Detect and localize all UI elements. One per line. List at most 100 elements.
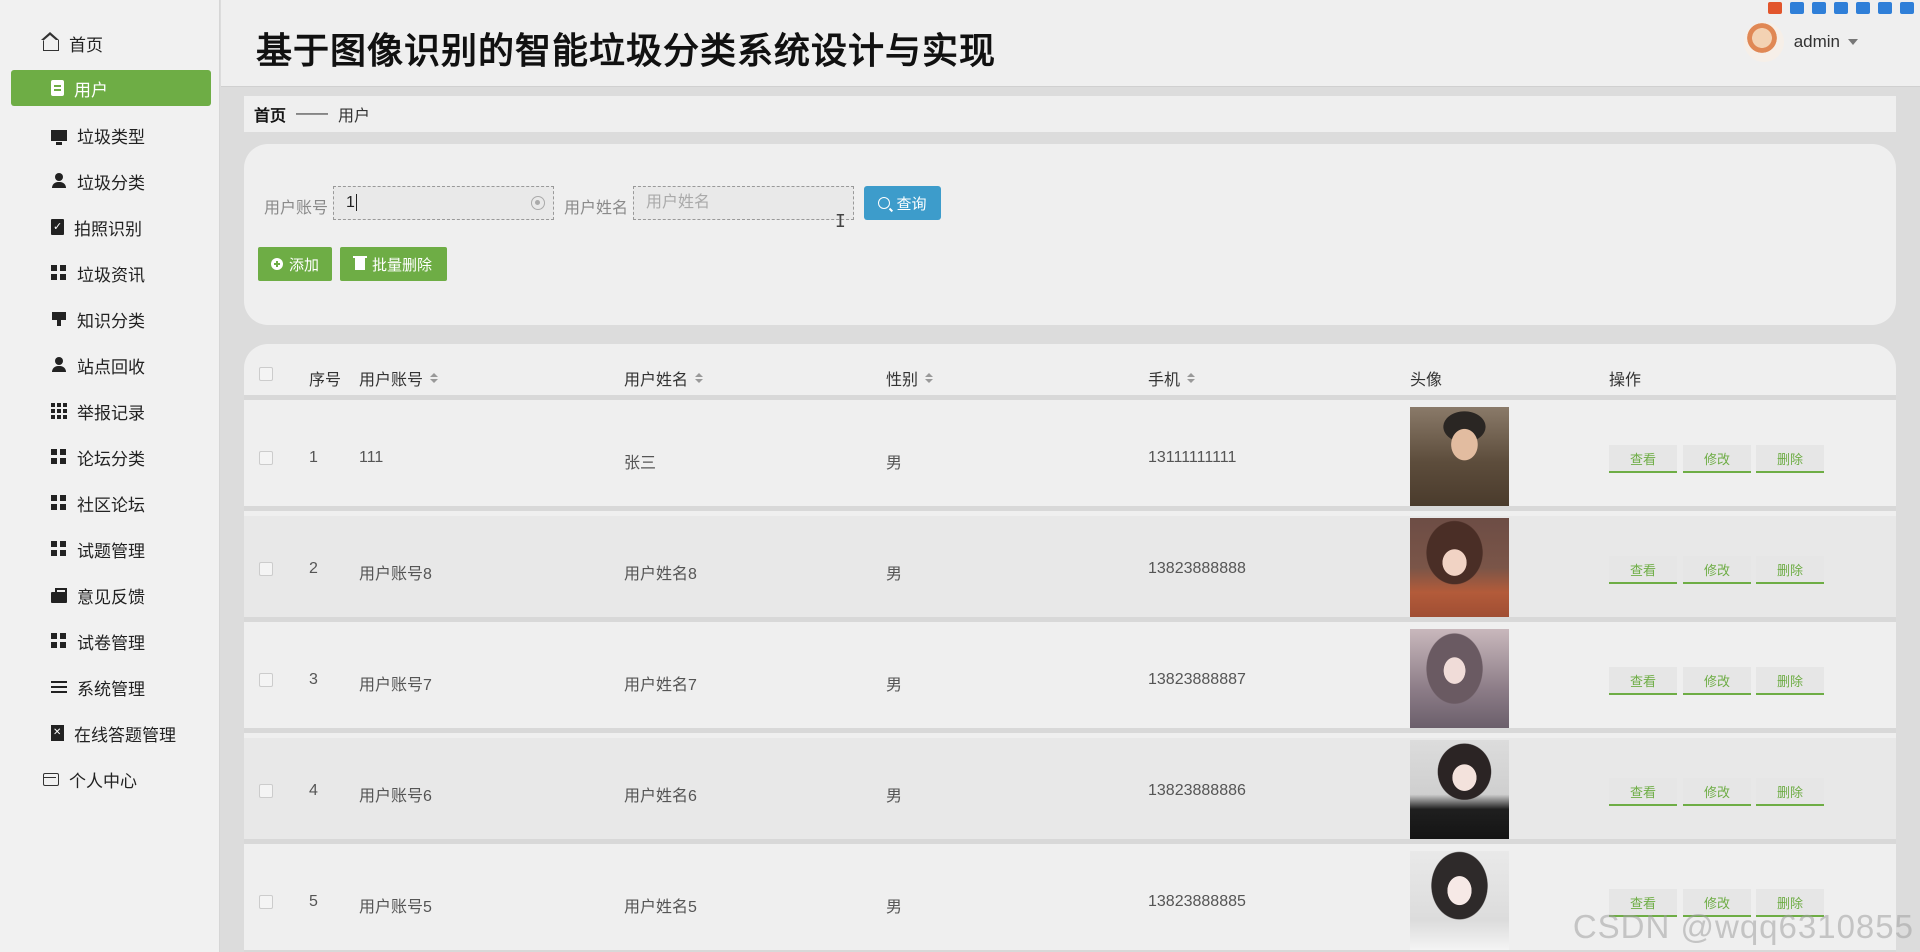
grid9-icon [51,403,67,419]
sort-icon[interactable] [925,373,934,383]
row-checkbox[interactable] [259,451,273,465]
column-header-gender[interactable]: 性别 [886,366,934,390]
cell-account: 用户账号6 [359,788,432,805]
clipboard-check-icon [51,219,64,235]
sidebar-item-community-forum[interactable]: 社区论坛 [11,485,211,521]
delete-button[interactable]: 删除 [1756,667,1824,695]
user-menu[interactable]: admin [1743,22,1858,62]
query-button[interactable]: 查询 [864,186,941,220]
sidebar-item-report-record[interactable]: 举报记录 [11,393,211,429]
name-input[interactable]: 用户姓名 [633,186,854,220]
sidebar-item-home[interactable]: 首页 [11,25,211,61]
briefcase-icon [51,587,67,603]
shirt-icon[interactable] [1878,2,1892,14]
query-button-label: 查询 [896,195,927,213]
table-row: 2 用户账号8 用户姓名8 男 13823888888 查看 修改 删除 [244,516,1896,622]
punctuation-icon[interactable] [1812,2,1826,14]
username[interactable]: admin [1794,32,1840,52]
cell-index: 3 [309,671,318,688]
row-checkbox[interactable] [259,673,273,687]
sidebar-item-garbage-news[interactable]: 垃圾资讯 [11,255,211,291]
cell-index: 1 [309,449,318,466]
avatar-photo [1410,407,1509,506]
grid-icon [51,633,67,649]
cell-name: 用户姓名5 [624,899,697,916]
sidebar-item-forum-class[interactable]: 论坛分类 [11,439,211,475]
sidebar-item-knowledge-class[interactable]: 知识分类 [11,301,211,337]
sort-icon[interactable] [1187,373,1196,383]
column-header-label: 操作 [1609,372,1642,389]
avatar-photo [1410,629,1509,728]
edit-button[interactable]: 修改 [1683,556,1751,584]
cell-name: 用户姓名8 [624,566,697,583]
ime-toolbar [1762,0,1920,16]
sidebar-item-photo-recognition[interactable]: 拍照识别 [11,209,211,245]
sidebar-item-label: 个人中心 [69,771,137,791]
sidebar-item-label: 论坛分类 [77,449,145,469]
search-icon [878,197,891,209]
table-header: 序号 用户账号 用户姓名 性别 手机 头像 操作 [244,344,1896,400]
microphone-icon[interactable] [1834,2,1848,14]
table-row: 4 用户账号6 用户姓名6 男 13823888886 查看 修改 删除 [244,738,1896,844]
edit-button[interactable]: 修改 [1683,445,1751,473]
cell-gender: 男 [886,566,903,583]
keyboard-icon[interactable] [1856,2,1870,14]
cell-index: 2 [309,560,318,577]
row-checkbox[interactable] [259,784,273,798]
sidebar-item-system-manage[interactable]: 系统管理 [11,669,211,705]
ime-logo-icon[interactable] [1768,2,1782,14]
sidebar-item-station-recycle[interactable]: 站点回收 [11,347,211,383]
account-input[interactable]: 1 [333,186,554,220]
sidebar-item-question-manage[interactable]: 试题管理 [11,531,211,567]
watermark: CSDN @wqq6310855 [1572,908,1914,945]
view-button[interactable]: 查看 [1609,667,1677,695]
batch-delete-button[interactable]: 批量删除 [340,247,447,281]
add-button-label: 添加 [288,256,319,274]
column-header-label: 序号 [309,372,342,389]
row-checkbox[interactable] [259,895,273,909]
cell-account: 用户账号8 [359,566,432,583]
clear-icon[interactable] [531,196,545,210]
user-icon [51,173,67,189]
grid-icon[interactable] [1900,2,1914,14]
sidebar-item-user[interactable]: 用户 [11,70,211,106]
chevron-down-icon[interactable] [1848,39,1858,45]
sidebar-item-online-answer[interactable]: 在线答题管理 [11,715,211,751]
breadcrumb-current: 用户 [338,108,371,125]
select-all-checkbox[interactable] [259,367,273,381]
sidebar-item-profile[interactable]: 个人中心 [11,761,211,797]
column-header-avatar: 头像 [1410,366,1442,390]
sidebar-item-garbage-class[interactable]: 垃圾分类 [11,163,211,199]
top-header: 基于图像识别的智能垃圾分类系统设计与实现 admin [221,0,1920,87]
avatar[interactable] [1743,22,1784,62]
add-button[interactable]: 添加 [258,247,332,281]
card-icon [43,772,59,786]
column-header-account[interactable]: 用户账号 [359,366,439,390]
column-header-name[interactable]: 用户姓名 [624,366,704,390]
sidebar-item-label: 试题管理 [77,541,145,561]
sidebar-item-paper-manage[interactable]: 试卷管理 [11,623,211,659]
clipboard-icon [51,80,64,96]
name-label: 用户姓名 [564,200,629,217]
edit-button[interactable]: 修改 [1683,667,1751,695]
sidebar-item-feedback[interactable]: 意见反馈 [11,577,211,613]
edit-button[interactable]: 修改 [1683,778,1751,806]
view-button[interactable]: 查看 [1609,556,1677,584]
account-input-value: 1 [346,194,355,211]
sort-icon[interactable] [695,373,704,383]
delete-button[interactable]: 删除 [1756,556,1824,584]
plus-circle-icon [270,258,283,270]
view-button[interactable]: 查看 [1609,445,1677,473]
cell-account: 用户账号7 [359,677,432,694]
delete-button[interactable]: 删除 [1756,445,1824,473]
grid-icon [51,265,67,281]
column-header-phone[interactable]: 手机 [1148,366,1196,390]
sidebar-item-label: 垃圾类型 [77,127,145,147]
view-button[interactable]: 查看 [1609,778,1677,806]
row-checkbox[interactable] [259,562,273,576]
sidebar-item-garbage-type[interactable]: 垃圾类型 [11,117,211,153]
sort-icon[interactable] [430,373,439,383]
breadcrumb-home[interactable]: 首页 [254,102,286,126]
delete-button[interactable]: 删除 [1756,778,1824,806]
ime-lang-icon[interactable] [1790,2,1804,14]
